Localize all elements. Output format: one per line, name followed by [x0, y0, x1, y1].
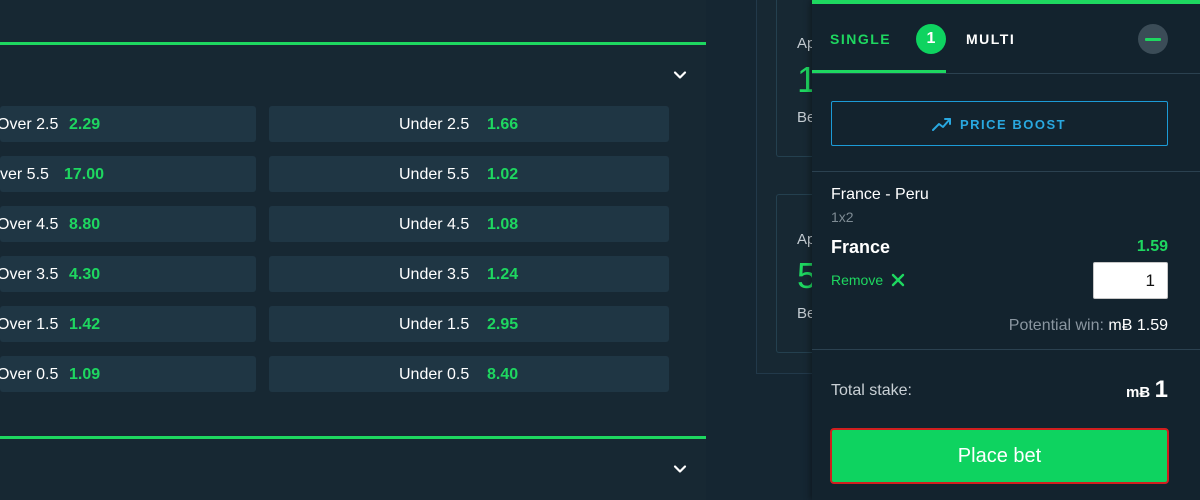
total-stake: mɃ 1 — [1126, 376, 1168, 404]
odds-label: Over 2.5 — [0, 116, 59, 133]
divider — [812, 349, 1200, 350]
odds-value: 4.30 — [69, 266, 101, 283]
odds-value: 1.02 — [487, 166, 519, 183]
odds-value: 17.00 — [64, 166, 105, 183]
chevron-down-icon[interactable] — [672, 67, 688, 83]
price-boost-button[interactable]: PRICE BOOST — [831, 101, 1168, 146]
market-name: 1x2 — [831, 209, 854, 225]
markets-panel: Over 2.5 2.29 Under 2.5 1.66 ver 5.5 17.… — [0, 0, 706, 500]
odds-label: Under 5.5 — [399, 166, 470, 183]
stake-input[interactable] — [1093, 262, 1168, 299]
odds-value: 8.80 — [69, 216, 101, 233]
odds-button-over[interactable]: Over 4.5 8.80 — [0, 206, 256, 242]
divider — [812, 73, 1200, 74]
bet-slip-top-bar — [812, 0, 1200, 4]
market-bottom-divider — [0, 436, 706, 439]
minus-icon — [1145, 38, 1161, 41]
odds-button-under[interactable]: Under 2.5 1.66 — [269, 106, 669, 142]
odds-label: Over 4.5 — [0, 216, 59, 233]
selection-count-badge: 1 — [916, 24, 946, 54]
odds-label: ver 5.5 — [0, 166, 49, 183]
odds-button-over[interactable]: Over 1.5 1.42 — [0, 306, 256, 342]
potential-win-value: 1.59 — [1136, 317, 1168, 334]
odds-button-over[interactable]: Over 2.5 2.29 — [0, 106, 256, 142]
market-top-divider — [0, 42, 706, 45]
odds-value: 1.42 — [69, 316, 101, 333]
odds-value: 2.29 — [69, 116, 101, 133]
potential-win-label: Potential win: — [1008, 317, 1104, 334]
odds-label: Under 1.5 — [399, 316, 470, 333]
selection-odds: 1.59 — [1136, 238, 1168, 255]
odds-value: 8.40 — [487, 366, 519, 383]
tab-single-label: SINGLE — [830, 31, 892, 47]
odds-value: 2.95 — [487, 316, 519, 333]
odds-label: Under 0.5 — [399, 366, 470, 383]
potential-win: Potential win: mɃ 1.59 — [1009, 317, 1168, 335]
collapse-betslip-button[interactable] — [1138, 24, 1168, 54]
divider — [812, 171, 1200, 172]
odds-button-under[interactable]: Under 3.5 1.24 — [269, 256, 669, 292]
odds-label: Over 0.5 — [0, 366, 59, 383]
odds-label: Over 3.5 — [0, 266, 59, 283]
place-bet-button[interactable]: Place bet — [830, 428, 1169, 484]
tab-multi[interactable]: MULTI — [966, 31, 1015, 47]
total-stake-label: Total stake: — [831, 382, 912, 399]
odds-label: Under 4.5 — [399, 216, 470, 233]
odds-value: 1.09 — [69, 366, 101, 383]
odds-value: 1.66 — [487, 116, 519, 133]
currency-symbol: mɃ — [1126, 384, 1151, 401]
total-stake-value: 1 — [1154, 376, 1168, 403]
odds-button-under[interactable]: Under 4.5 1.08 — [269, 206, 669, 242]
remove-selection-link[interactable]: Remove — [831, 272, 883, 288]
odds-button-under[interactable]: Under 0.5 8.40 — [269, 356, 669, 392]
price-boost-label: PRICE BOOST — [960, 117, 1067, 132]
trending-up-icon — [932, 118, 951, 131]
chevron-down-icon[interactable] — [672, 461, 688, 477]
currency-symbol: mɃ — [1108, 317, 1133, 334]
odds-button-over[interactable]: ver 5.5 17.00 — [0, 156, 256, 192]
odds-button-under[interactable]: Under 1.5 2.95 — [269, 306, 669, 342]
odds-label: Under 2.5 — [399, 116, 470, 133]
odds-label: Under 3.5 — [399, 266, 470, 283]
odds-value: 1.08 — [487, 216, 519, 233]
close-icon[interactable] — [891, 273, 905, 287]
odds-button-under[interactable]: Under 5.5 1.02 — [269, 156, 669, 192]
event-name: France - Peru — [831, 186, 929, 203]
odds-label: Over 1.5 — [0, 316, 59, 333]
selection-name: France — [831, 237, 891, 257]
odds-value: 1.24 — [487, 266, 519, 283]
odds-button-over[interactable]: Over 0.5 1.09 — [0, 356, 256, 392]
bet-slip: SINGLE 1 MULTI PRICE BOOST France - Peru… — [812, 0, 1200, 500]
odds-button-over[interactable]: Over 3.5 4.30 — [0, 256, 256, 292]
